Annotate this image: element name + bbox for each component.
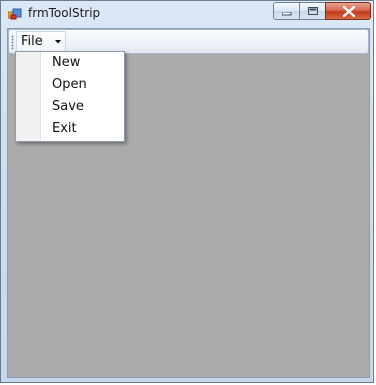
menu-item-label: Save [52,99,84,114]
application-window: frmToolStrip File New Open Save Exit [0,0,374,383]
maximize-icon [308,7,318,15]
minimize-button[interactable] [273,2,300,20]
maximize-button[interactable] [299,2,326,20]
close-button[interactable] [325,2,371,20]
menu-item-label: Exit [52,121,77,136]
minimize-icon [282,12,292,16]
menu-item-open[interactable]: Open [18,76,122,96]
window-title: frmToolStrip [28,6,101,20]
menu-item-label: New [52,55,81,70]
close-icon [343,6,355,17]
app-icon [8,8,22,20]
grip-icon[interactable] [11,35,14,49]
file-menu-label: File [21,34,43,49]
dropdown-arrow-icon [55,40,61,44]
file-dropdown-menu: New Open Save Exit [15,51,125,142]
menu-item-label: Open [52,77,87,92]
menu-item-save[interactable]: Save [18,98,122,118]
title-bar[interactable]: frmToolStrip [1,1,373,29]
menu-item-exit[interactable]: Exit [18,120,122,140]
menu-item-new[interactable]: New [18,54,122,74]
file-menu-button[interactable]: File [16,31,66,52]
